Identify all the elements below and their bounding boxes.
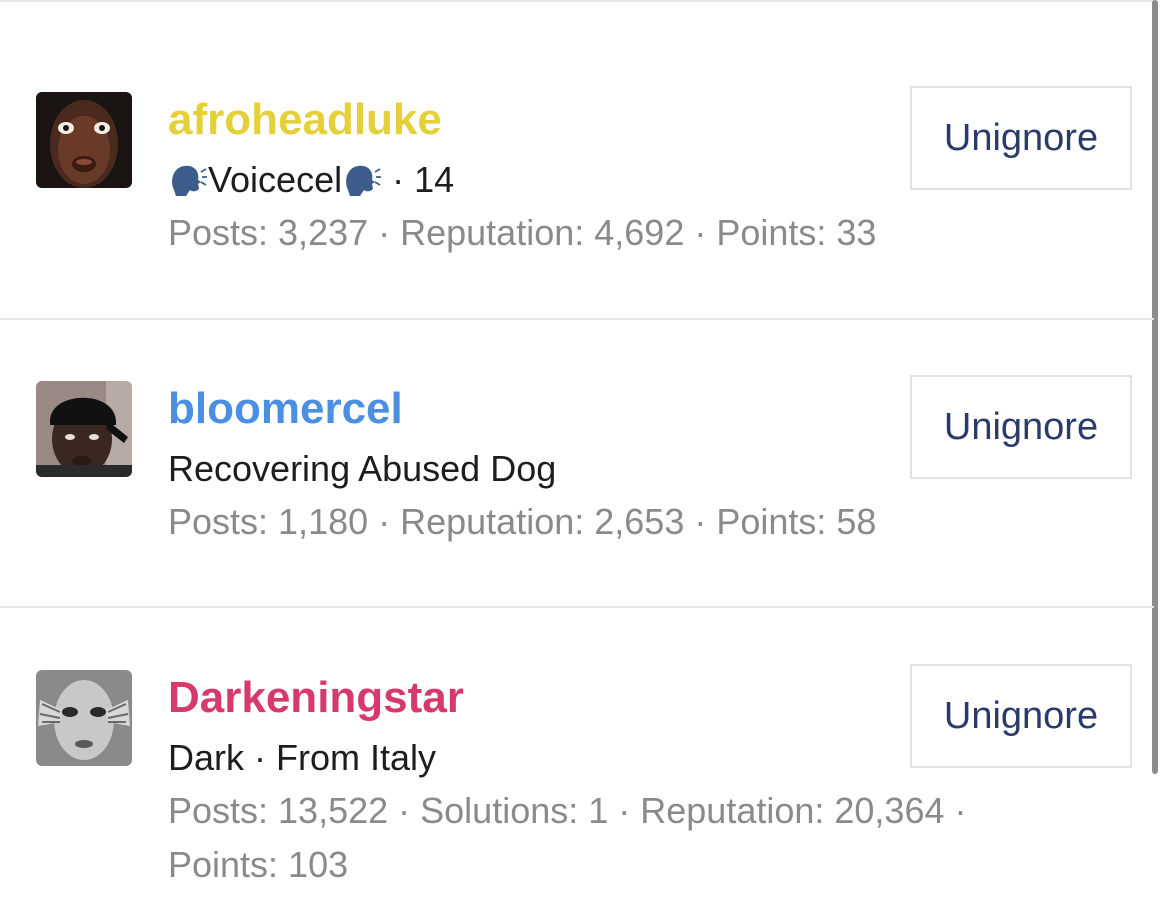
user-stats-continued: Points: 103: [168, 844, 349, 885]
username[interactable]: Darkeningstar: [168, 672, 464, 724]
user-title: Dark · From Italy: [168, 737, 437, 778]
ignored-users-list: afroheadluke Voicecel · 14 Posts: 3,237 …: [0, 0, 1170, 916]
unignore-button[interactable]: Unignore: [910, 664, 1132, 768]
user-stats: Posts: 13,522 · Solutions: 1 · Reputatio…: [168, 790, 967, 831]
avatar[interactable]: [36, 670, 132, 766]
list-item: Darkeningstar Dark · From Italy Posts: 1…: [0, 0, 1154, 916]
